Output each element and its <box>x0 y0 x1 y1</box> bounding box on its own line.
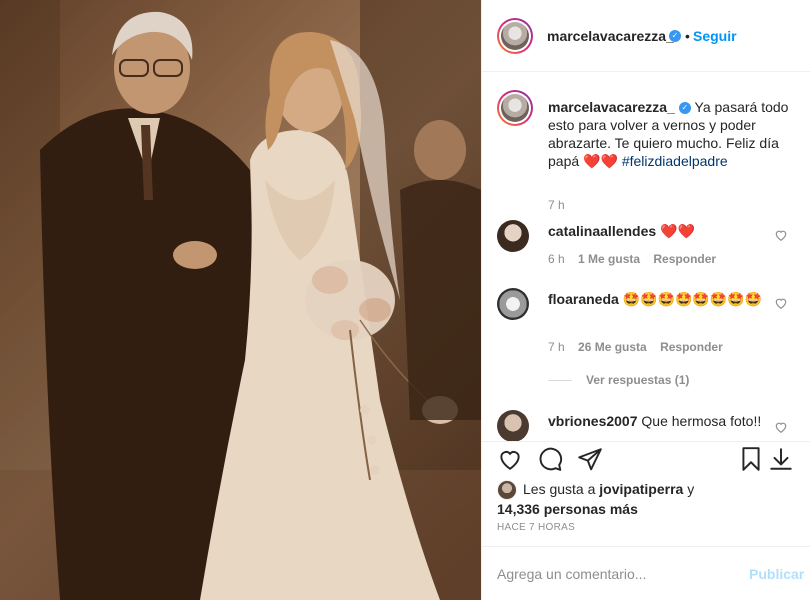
heart-icon[interactable] <box>774 228 788 242</box>
separator-dot: • <box>685 28 690 44</box>
comment-likes[interactable]: 26 Me gusta <box>578 340 647 354</box>
reply-button[interactable]: Responder <box>653 252 716 266</box>
heart-icon[interactable] <box>497 446 523 472</box>
commenter-username[interactable]: floaraneda <box>548 291 619 307</box>
comment-body: ❤️❤️ <box>660 223 695 239</box>
liker-avatar[interactable] <box>497 480 517 501</box>
commenter-avatar[interactable] <box>497 288 529 320</box>
commenter-avatar[interactable] <box>497 410 529 441</box>
comment-time[interactable]: 6 h <box>548 252 565 266</box>
publish-button[interactable]: Publicar <box>749 566 804 582</box>
view-replies-label[interactable]: Ver respuestas (1) <box>586 373 689 387</box>
caption-hearts: ❤️❤️ <box>583 153 618 169</box>
caption-avatar[interactable] <box>497 90 533 126</box>
author-username[interactable]: marcelavacarezza_ <box>547 28 674 44</box>
comment-meta: 6 h 1 Me gusta Responder <box>548 252 726 266</box>
caption-text: marcelavacarezza_ ✓ Ya pasará todo esto p… <box>548 98 793 170</box>
add-comment-bar: Publicar <box>482 546 810 600</box>
caption-author[interactable]: marcelavacarezza_ <box>548 99 675 115</box>
post-timestamp[interactable]: HACE 7 HORAS <box>497 522 575 533</box>
wedding-photo-illustration <box>0 0 481 600</box>
likes-conjunction: y <box>687 481 695 497</box>
commenter-username[interactable]: vbriones2007 <box>548 413 638 429</box>
likes-prefix: Les gusta a <box>523 481 596 497</box>
bookmark-icon[interactable] <box>738 446 764 472</box>
commenter-avatar[interactable] <box>497 220 529 252</box>
view-replies-button[interactable]: Ver respuestas (1) <box>548 373 689 387</box>
verified-badge-icon: ✓ <box>669 30 681 42</box>
follow-button[interactable]: Seguir <box>693 28 737 44</box>
share-icon[interactable] <box>577 446 603 472</box>
comment-input[interactable] <box>497 563 737 585</box>
comments-section[interactable]: marcelavacarezza_ ✓ Ya pasará todo esto p… <box>482 73 810 441</box>
replies-divider <box>548 380 572 382</box>
download-icon[interactable] <box>768 446 794 472</box>
comment-meta: 7 h 26 Me gusta Responder <box>548 340 733 354</box>
heart-icon[interactable] <box>774 420 788 434</box>
comment-time[interactable]: 7 h <box>548 340 565 354</box>
post-photo <box>0 0 481 600</box>
verified-badge-icon: ✓ <box>678 102 691 115</box>
comment-text: vbriones2007 Que hermosa foto!! <box>548 412 768 430</box>
post-side-panel: marcelavacarezza_ ✓ • Seguir marcelavaca… <box>481 0 810 600</box>
reply-button[interactable]: Responder <box>660 340 723 354</box>
comment-likes[interactable]: 1 Me gusta <box>578 252 640 266</box>
likes-count[interactable]: 14,336 personas más <box>497 501 638 517</box>
heart-icon[interactable] <box>774 296 788 310</box>
author-avatar[interactable] <box>497 18 533 54</box>
comment-text: catalinaallendes ❤️❤️ <box>548 222 768 240</box>
post-header: marcelavacarezza_ ✓ • Seguir <box>482 0 810 72</box>
comment-icon[interactable] <box>537 446 563 472</box>
comment-body: Que hermosa foto!! <box>641 413 762 429</box>
likes-summary: Les gusta a jovipatiperra y 14,336 perso… <box>497 480 797 518</box>
comment-body: 🤩🤩🤩🤩🤩🤩🤩🤩 <box>622 291 763 307</box>
caption-time[interactable]: 7 h <box>548 198 565 212</box>
hashtag-link[interactable]: #felizdiadelpadre <box>622 153 728 169</box>
comment-text: floaraneda 🤩🤩🤩🤩🤩🤩🤩🤩 <box>548 290 768 308</box>
commenter-username[interactable]: catalinaallendes <box>548 223 656 239</box>
liker-username[interactable]: jovipatiperra <box>599 481 683 497</box>
